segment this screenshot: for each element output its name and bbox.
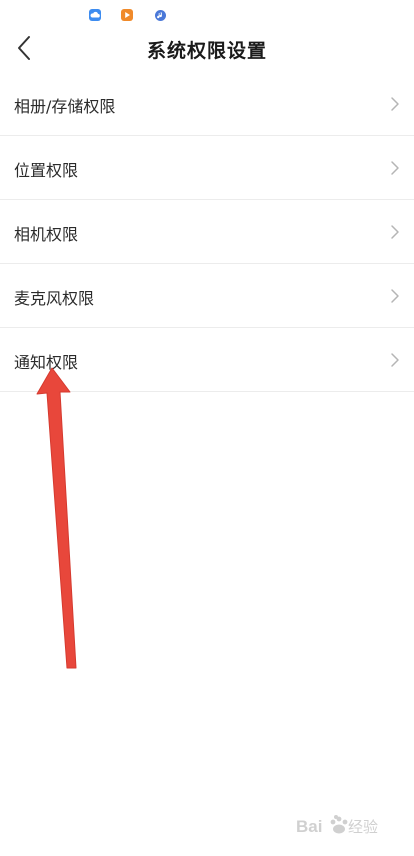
chevron-right-icon [391,97,399,111]
list-item-label: 位置权限 [14,161,79,180]
list-item-camera[interactable]: 相机权限 [0,200,414,264]
chevron-right-icon [391,225,399,239]
list-item-notifications[interactable]: 通知权限 [0,328,414,392]
cloud-icon [89,9,101,21]
list-item-label: 相册/存储权限 [14,97,116,116]
list-item-label: 相机权限 [14,225,79,244]
header-bar: 系统权限设置 [0,28,414,70]
watermark-logo: Bai 经验 [296,815,378,836]
video-play-icon [121,9,133,21]
list-item-microphone[interactable]: 麦克风权限 [0,264,414,328]
permission-list: 相册/存储权限 位置权限 相机权限 麦克风权限 通知权限 [0,72,414,392]
svg-text:Bai: Bai [296,817,322,836]
list-item-location[interactable]: 位置权限 [0,136,414,200]
list-item-photos-storage[interactable]: 相册/存储权限 [0,72,414,136]
status-bar [0,0,414,28]
list-item-label: 麦克风权限 [14,289,95,308]
chevron-right-icon [391,161,399,175]
svg-text:经验: 经验 [348,819,378,836]
music-icon [155,10,166,21]
list-item-label: 通知权限 [14,353,79,372]
system-permission-settings-screen: 系统权限设置 相册/存储权限 位置权限 相机权限 麦克风权限 通知权限 Bai [0,0,414,856]
chevron-right-icon [391,289,399,303]
chevron-right-icon [391,353,399,367]
page-title: 系统权限设置 [146,40,267,62]
